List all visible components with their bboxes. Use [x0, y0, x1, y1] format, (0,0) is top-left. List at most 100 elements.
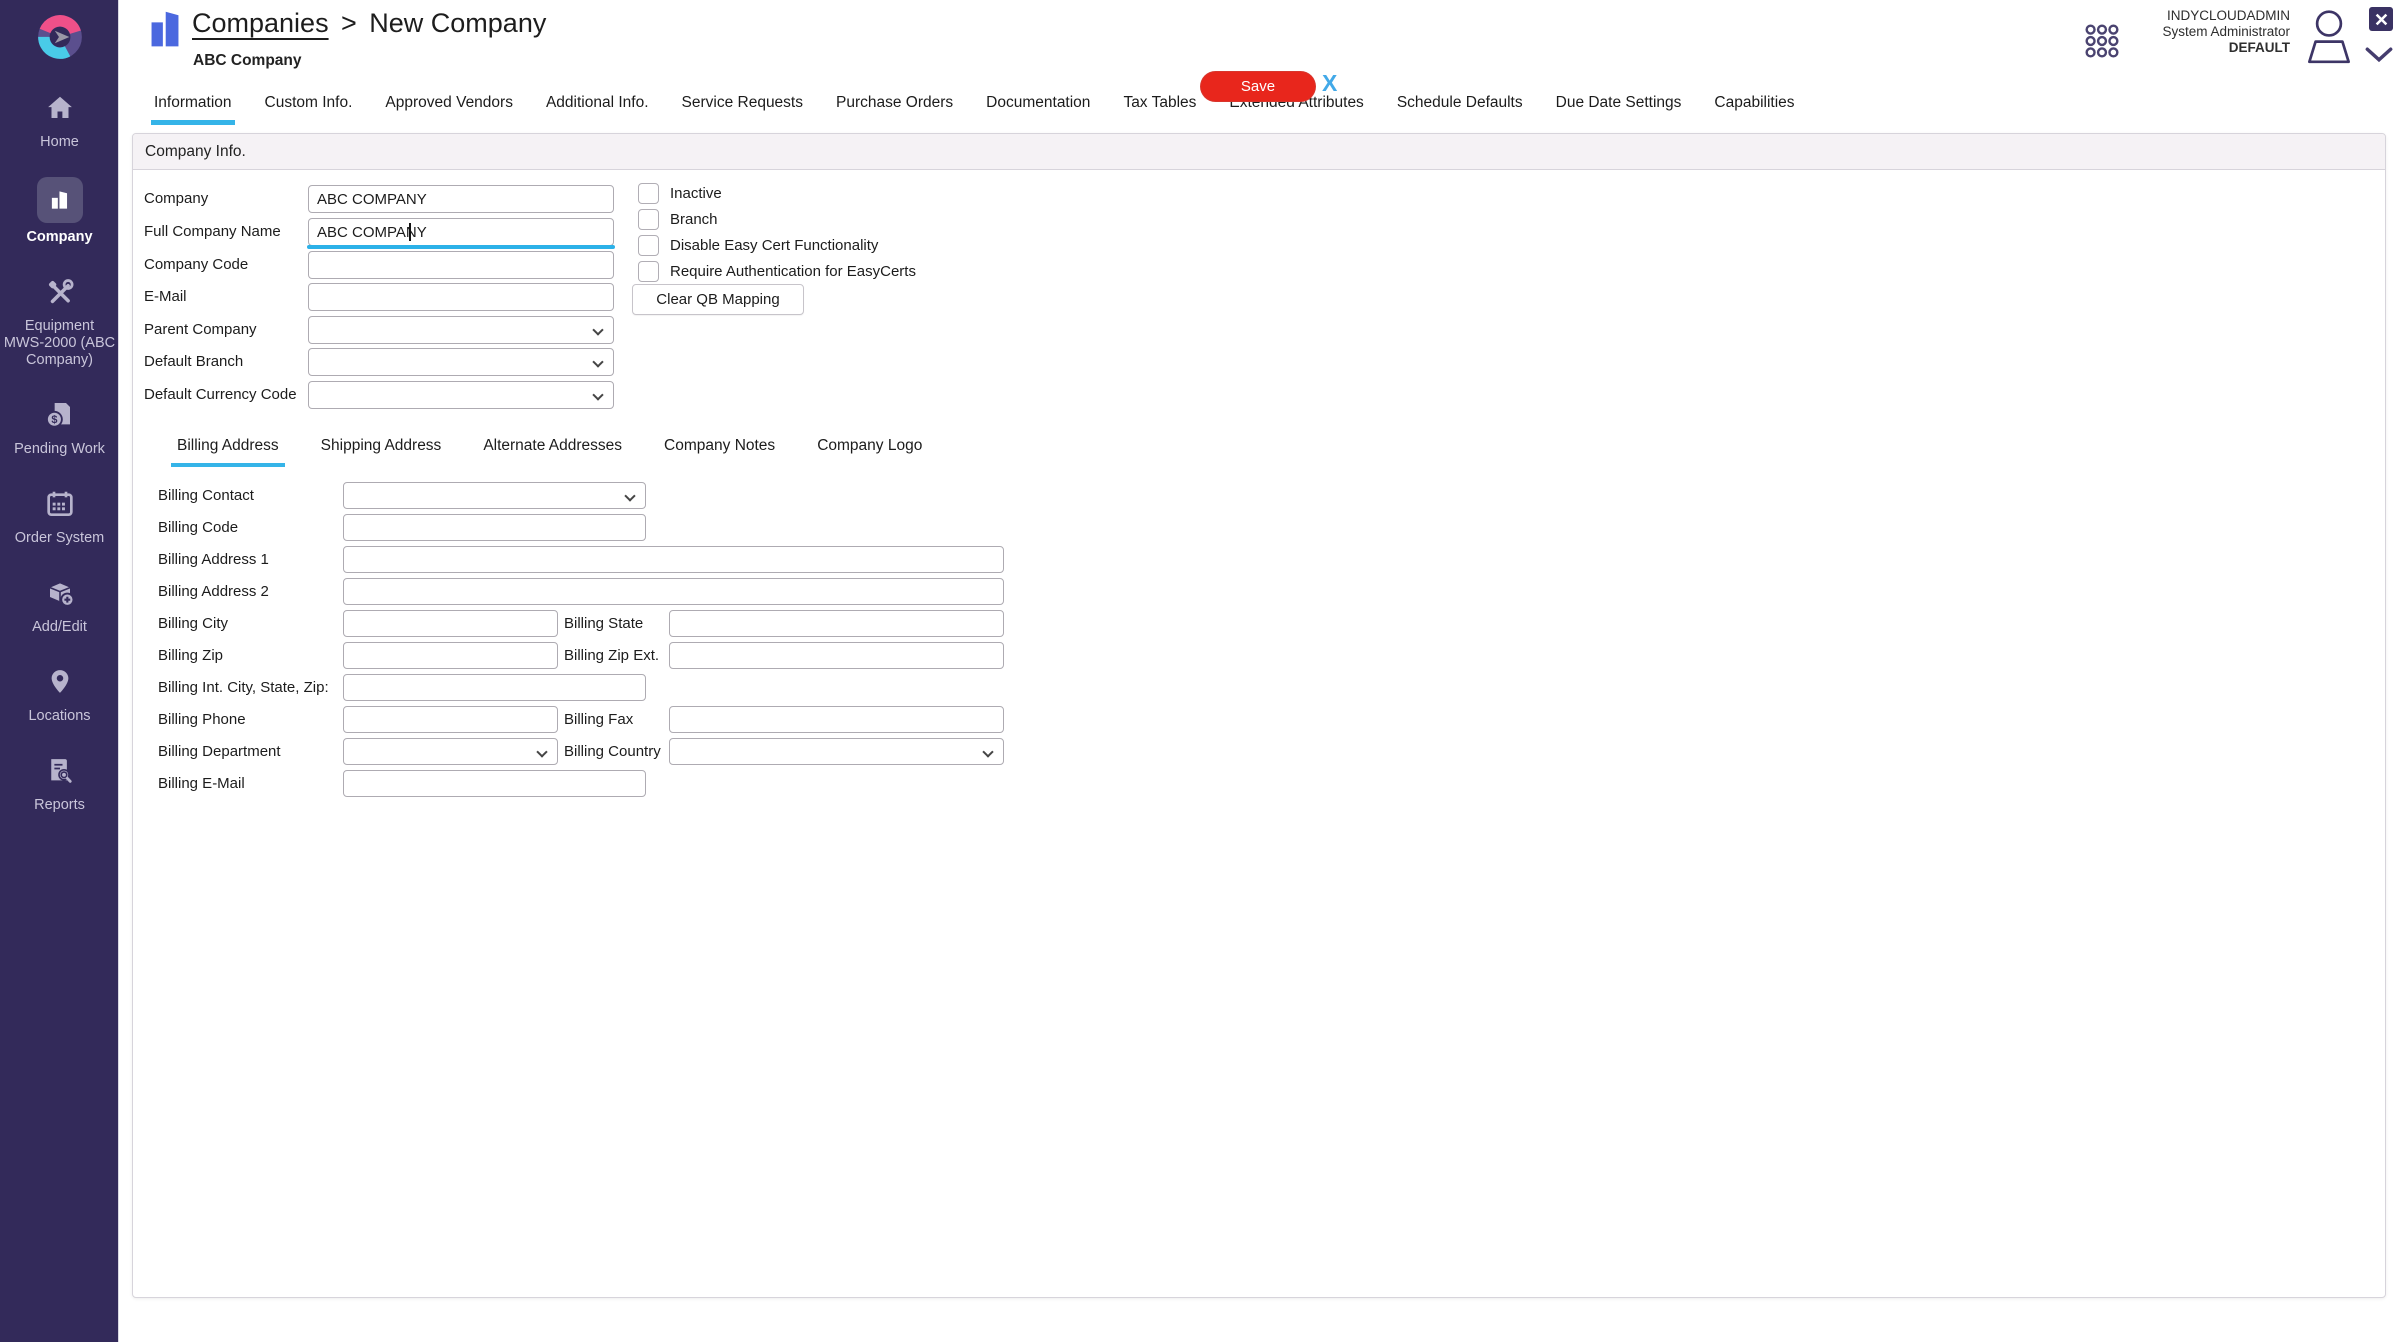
default-currency-code-select[interactable]: [308, 381, 614, 409]
billing-country-select[interactable]: [669, 738, 1004, 765]
chevron-down-icon: [592, 389, 603, 400]
field-label: Full Company Name: [144, 218, 281, 246]
tab-schedule-defaults[interactable]: Schedule Defaults: [1394, 94, 1526, 125]
app-logo: [0, 0, 119, 62]
sidebar-item-locations[interactable]: Locations: [0, 662, 119, 725]
sidebar-item-home[interactable]: Home: [0, 88, 119, 151]
billing-int-city-state-zip-input[interactable]: [343, 674, 646, 701]
sidebar-item-label: Home: [4, 134, 116, 151]
tab-tax-tables[interactable]: Tax Tables: [1120, 94, 1199, 125]
field-label: Billing Phone: [158, 706, 246, 733]
billing-email-input[interactable]: [343, 770, 646, 797]
sidebar-item-label: Reports: [4, 797, 116, 814]
user-menu-chevron-icon[interactable]: [2365, 46, 2393, 63]
tab-purchase-orders[interactable]: Purchase Orders: [833, 94, 956, 125]
field-label: Billing E-Mail: [158, 770, 245, 797]
tab-information[interactable]: Information: [151, 94, 235, 125]
field-label: Billing State: [564, 610, 643, 637]
order-system-icon: [44, 488, 76, 520]
field-label: Billing City: [158, 610, 228, 637]
subtab-company-notes[interactable]: Company Notes: [658, 437, 781, 467]
sidebar-item-label: Pending Work: [4, 441, 116, 458]
billing-department-select[interactable]: [343, 738, 558, 765]
locations-icon: [45, 666, 75, 698]
companies-icon: [148, 6, 182, 50]
sidebar-item-label: Order System: [4, 530, 116, 547]
billing-code-input[interactable]: [343, 514, 646, 541]
chevron-down-icon: [624, 490, 635, 501]
tab-approved-vendors[interactable]: Approved Vendors: [382, 94, 516, 125]
tab-service-requests[interactable]: Service Requests: [679, 94, 806, 125]
default-branch-select[interactable]: [308, 348, 614, 376]
pending-work-icon: $: [44, 399, 76, 431]
subtab-shipping-address[interactable]: Shipping Address: [315, 437, 448, 467]
subtab-company-logo[interactable]: Company Logo: [811, 437, 928, 467]
billing-state-input[interactable]: [669, 610, 1004, 637]
field-label: Billing Int. City, State, Zip:: [158, 674, 329, 701]
full-company-name-field: [308, 218, 614, 246]
sidebar-item-order-system[interactable]: Order System: [0, 484, 119, 547]
inactive-checkbox[interactable]: [638, 183, 659, 204]
sidebar-item-add-edit[interactable]: Add/Edit: [0, 573, 119, 636]
require-auth-easycerts-checkbox[interactable]: [638, 261, 659, 282]
sidebar-item-company[interactable]: Company: [0, 177, 119, 246]
cancel-x-button[interactable]: X: [1322, 70, 1337, 97]
breadcrumb-companies-link[interactable]: Companies: [192, 8, 329, 38]
billing-phone-input[interactable]: [343, 706, 558, 733]
field-label: Billing Address 2: [158, 578, 269, 605]
checkbox-label: Disable Easy Cert Functionality: [670, 235, 878, 256]
full-company-name-input[interactable]: [308, 218, 614, 246]
company-code-input[interactable]: [308, 251, 614, 279]
parent-company-select[interactable]: [308, 316, 614, 344]
reports-icon: [45, 755, 75, 787]
branch-checkbox[interactable]: [638, 209, 659, 230]
company-input[interactable]: [308, 185, 614, 213]
sidebar-item-reports[interactable]: Reports: [0, 751, 119, 814]
chevron-down-icon: [592, 324, 603, 335]
field-label: Billing Country: [564, 738, 661, 765]
field-label: Billing Zip Ext.: [564, 642, 659, 669]
billing-address1-input[interactable]: [343, 546, 1004, 573]
sidebar-item-label: Equipment MWS-2000 (ABC Company): [4, 318, 116, 369]
user-avatar-icon[interactable]: [2300, 6, 2358, 68]
clear-qb-mapping-button[interactable]: Clear QB Mapping: [632, 284, 804, 315]
billing-fax-input[interactable]: [669, 706, 1004, 733]
tools-icon: [44, 277, 76, 307]
field-label: Default Branch: [144, 348, 243, 376]
save-button[interactable]: Save: [1201, 72, 1315, 101]
field-label: Company Code: [144, 251, 248, 279]
field-label: Parent Company: [144, 316, 257, 344]
billing-zip-ext-input[interactable]: [669, 642, 1004, 669]
breadcrumb-current: New Company: [369, 8, 546, 38]
text-caret: [409, 223, 411, 241]
billing-city-input[interactable]: [343, 610, 558, 637]
tab-additional-info[interactable]: Additional Info.: [543, 94, 652, 125]
chevron-down-icon: [592, 356, 603, 367]
subtab-billing-address[interactable]: Billing Address: [171, 437, 285, 467]
tab-documentation[interactable]: Documentation: [983, 94, 1093, 125]
billing-address2-input[interactable]: [343, 578, 1004, 605]
svg-text:$: $: [51, 414, 57, 426]
email-input[interactable]: [308, 283, 614, 311]
close-window-button[interactable]: [2369, 7, 2393, 31]
sidebar-item-equipment[interactable]: Equipment MWS-2000 (ABC Company): [0, 272, 119, 369]
sidebar-item-pending-work[interactable]: $ Pending Work: [0, 395, 119, 458]
tab-capabilities[interactable]: Capabilities: [1711, 94, 1797, 125]
tab-due-date-settings[interactable]: Due Date Settings: [1553, 94, 1685, 125]
field-label: E-Mail: [144, 283, 187, 311]
subtab-alternate-addresses[interactable]: Alternate Addresses: [477, 437, 628, 467]
sidebar: Home Company Equipment MWS-2000 (ABC Com…: [0, 0, 119, 1342]
billing-zip-input[interactable]: [343, 642, 558, 669]
user-info: INDYCLOUDADMIN System Administrator DEFA…: [2070, 8, 2290, 56]
tab-custom-info[interactable]: Custom Info.: [262, 94, 356, 125]
field-label: Billing Department: [158, 738, 281, 765]
billing-contact-select[interactable]: [343, 482, 646, 509]
close-icon: [2375, 13, 2388, 26]
company-info-panel: Company Info. Company Full Company Name …: [132, 133, 2386, 1298]
chevron-down-icon: [982, 746, 993, 757]
breadcrumb: Companies > New Company: [192, 8, 546, 39]
field-label: Company: [144, 185, 208, 213]
user-profile: DEFAULT: [2070, 40, 2290, 56]
sidebar-item-label: Locations: [4, 708, 116, 725]
disable-easy-cert-checkbox[interactable]: [638, 235, 659, 256]
